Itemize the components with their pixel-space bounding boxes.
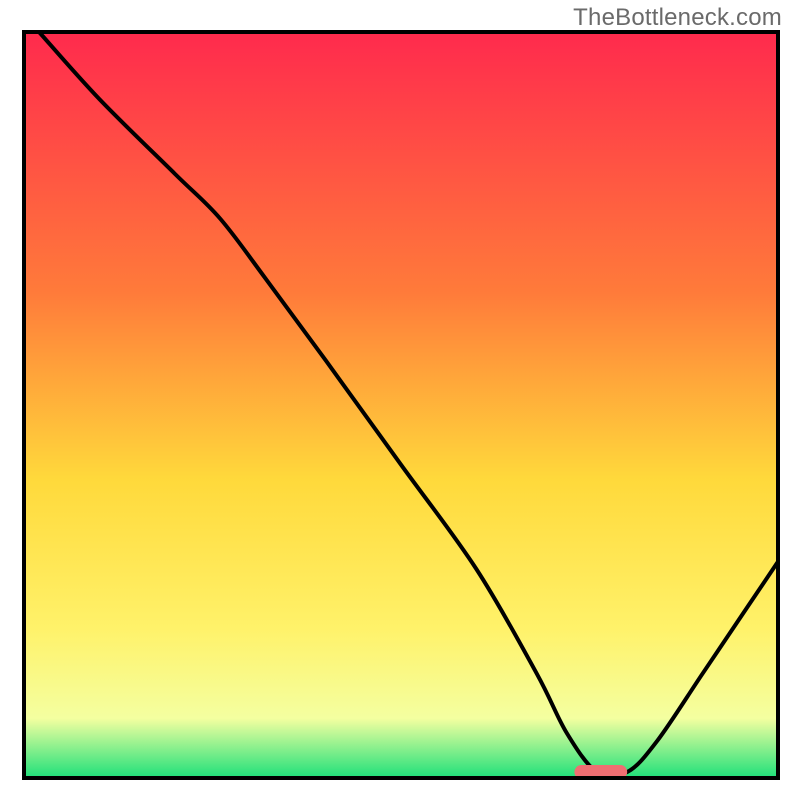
watermark-text: TheBottleneck.com: [573, 4, 782, 32]
chart-stage: TheBottleneck.com: [0, 0, 800, 800]
heat-background: [24, 32, 778, 778]
chart-svg: [0, 0, 800, 800]
